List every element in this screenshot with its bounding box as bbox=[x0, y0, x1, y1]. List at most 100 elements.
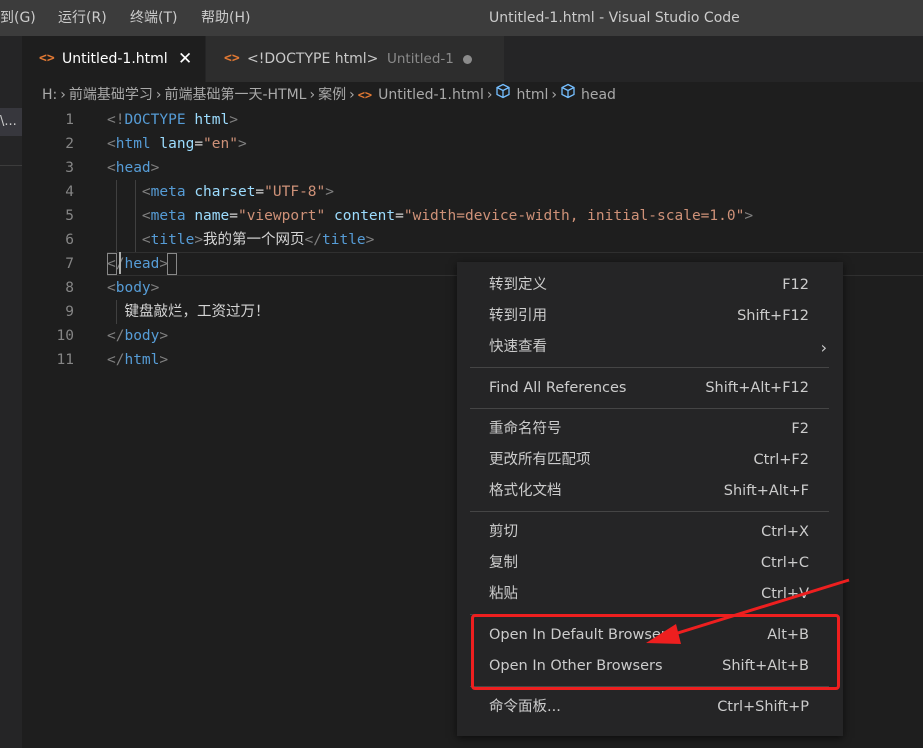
code-token: </ bbox=[107, 352, 125, 368]
code-token: > bbox=[744, 208, 754, 224]
menu-item[interactable]: Find All References Shift+Alt+F12 bbox=[457, 373, 843, 404]
breadcrumb-drive[interactable]: H: bbox=[42, 82, 57, 108]
breadcrumb-symbol-head[interactable]: head bbox=[581, 82, 616, 108]
menu-item[interactable]: 复制 Ctrl+C bbox=[457, 548, 843, 579]
menu-item[interactable]: 命令面板... Ctrl+Shift+P bbox=[457, 692, 843, 723]
code-token: > bbox=[237, 136, 247, 152]
line-number: 5 bbox=[65, 208, 74, 224]
breadcrumb-folder[interactable]: 前端基础学习 bbox=[69, 82, 153, 108]
code-token: < bbox=[141, 208, 151, 224]
code-token: html bbox=[194, 112, 230, 128]
line-number: 10 bbox=[56, 328, 74, 344]
annotation-highlight-box bbox=[471, 614, 840, 690]
tab-untitled-1-html[interactable]: <> Untitled-1.html ✕ bbox=[22, 36, 206, 82]
sidebar-item-fragment[interactable]: \... bbox=[0, 108, 22, 136]
code-token: html bbox=[115, 136, 151, 152]
line-number: 3 bbox=[65, 160, 74, 176]
code-token: < bbox=[141, 184, 151, 200]
tab-bar: <> Untitled-1.html ✕ <> <!DOCTYPE html> … bbox=[22, 36, 923, 82]
code-token: meta bbox=[150, 184, 186, 200]
code-token: lang bbox=[159, 136, 195, 152]
breadcrumb: H: › 前端基础学习 › 前端基础第一天-HTML › 案例 › <> Untitled-1.h… bbox=[42, 82, 616, 108]
code-token: title bbox=[150, 232, 195, 248]
code-token: content bbox=[334, 208, 396, 224]
code-token: head bbox=[115, 160, 151, 176]
menu-item[interactable]: 粘贴 Ctrl+V bbox=[457, 579, 843, 610]
menu-item[interactable]: 转到定义 F12 bbox=[457, 270, 843, 301]
code-token: > bbox=[159, 328, 169, 344]
code-line[interactable]: 2 <html lang="en"> bbox=[22, 132, 923, 156]
menu-item[interactable]: 剪切 Ctrl+X bbox=[457, 517, 843, 548]
code-token: meta bbox=[150, 208, 186, 224]
menu-item-label: 转到定义 bbox=[489, 277, 547, 293]
menu-item[interactable]: 转到引用 Shift+F12 bbox=[457, 301, 843, 332]
breadcrumb-file[interactable]: Untitled-1.html bbox=[378, 82, 484, 108]
title-bar: 到(G) 运行(R) 终端(T) 帮助(H) Untitled-1.html -… bbox=[0, 0, 923, 36]
chevron-right-icon: › bbox=[349, 87, 355, 103]
code-token: <! bbox=[107, 112, 125, 128]
code-line[interactable]: 6 <title>我的第一个网页</title> bbox=[22, 228, 923, 252]
menu-separator bbox=[470, 511, 829, 512]
code-line[interactable]: 5 <meta name="viewport" content="width=d… bbox=[22, 204, 923, 228]
code-token: > bbox=[325, 184, 334, 200]
code-text: <!DOCTYPE html> bbox=[107, 108, 238, 132]
line-number: 7 bbox=[65, 256, 74, 272]
menu-item[interactable]: 格式化文档 Shift+Alt+F bbox=[457, 476, 843, 507]
menu-item-label: Find All References bbox=[489, 380, 627, 396]
code-token: = bbox=[229, 208, 238, 224]
code-token: > bbox=[150, 160, 160, 176]
code-line[interactable]: 3 <head> bbox=[22, 156, 923, 180]
line-number: 8 bbox=[65, 280, 74, 296]
close-icon[interactable]: ✕ bbox=[178, 36, 192, 82]
unsaved-dot-icon[interactable] bbox=[463, 55, 472, 64]
window-title: Untitled-1.html - Visual Studio Code bbox=[489, 10, 740, 26]
menu-item[interactable]: 重命名符号 F2 bbox=[457, 414, 843, 445]
tab-doctype-preview[interactable]: <> <!DOCTYPE html> Untitled-1 bbox=[206, 36, 504, 82]
menu-item[interactable]: 更改所有匹配项 Ctrl+F2 bbox=[457, 445, 843, 476]
menu-goto[interactable]: 到(G) bbox=[0, 0, 36, 36]
menu-run[interactable]: 运行(R) bbox=[58, 0, 107, 36]
menu-item[interactable]: 快速查看 › bbox=[457, 332, 843, 363]
code-text: <title>我的第一个网页</title> bbox=[107, 228, 374, 252]
code-token: DOCTYPE bbox=[124, 112, 186, 128]
breadcrumb-folder[interactable]: 前端基础第一天-HTML bbox=[164, 82, 306, 108]
code-token: > bbox=[194, 232, 204, 248]
code-token: > bbox=[159, 256, 169, 272]
code-line[interactable]: 4 <meta charset="UTF-8"> bbox=[22, 180, 923, 204]
code-line[interactable]: 1 <!DOCTYPE html> bbox=[22, 108, 923, 132]
chevron-right-icon: › bbox=[309, 87, 316, 103]
code-token: head bbox=[124, 256, 160, 272]
line-number: 4 bbox=[65, 184, 74, 200]
line-number: 9 bbox=[65, 304, 74, 320]
code-token: < bbox=[107, 160, 116, 176]
menu-help[interactable]: 帮助(H) bbox=[201, 0, 250, 36]
code-token: > bbox=[159, 352, 169, 368]
code-token: "width=device-width, initial-scale=1.0" bbox=[403, 208, 745, 224]
menu-terminal[interactable]: 终端(T) bbox=[130, 0, 177, 36]
menu-item-shortcut: Ctrl+F2 bbox=[753, 452, 809, 468]
menu-item-shortcut: Ctrl+Shift+P bbox=[717, 699, 809, 715]
code-text: 键盘敲烂，工资过万！ bbox=[107, 300, 269, 324]
menu-item-shortcut: F2 bbox=[791, 421, 809, 437]
code-token: charset bbox=[194, 184, 256, 200]
breadcrumb-folder[interactable]: 案例 bbox=[318, 82, 346, 108]
code-token: </ bbox=[304, 232, 323, 248]
code-text: <html lang="en"> bbox=[107, 132, 247, 156]
code-token: = bbox=[395, 208, 404, 224]
cube-symbol-icon bbox=[560, 82, 576, 108]
sidebar-divider bbox=[0, 165, 22, 166]
code-token: html bbox=[124, 352, 160, 368]
text-cursor bbox=[119, 252, 121, 274]
code-token: "viewport" bbox=[237, 208, 326, 224]
menu-item-shortcut: Ctrl+V bbox=[761, 586, 809, 602]
breadcrumb-symbol-html[interactable]: html bbox=[516, 82, 548, 108]
menu-item-shortcut: Ctrl+X bbox=[761, 524, 809, 540]
line-number: 11 bbox=[56, 352, 74, 368]
sidebar bbox=[0, 36, 22, 748]
